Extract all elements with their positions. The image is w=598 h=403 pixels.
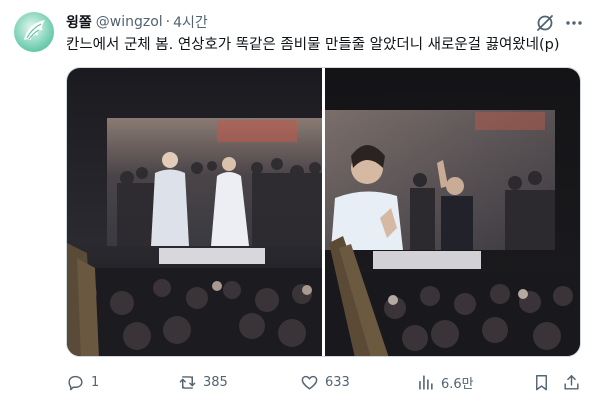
share-icon (564, 374, 579, 390)
post-header: 윙쫄 @wingzol · 4시간 (66, 12, 208, 32)
media-photo-2[interactable] (325, 68, 580, 356)
share-button[interactable] (562, 370, 581, 394)
like-count: 633 (325, 374, 350, 390)
user-handle[interactable]: @wingzol (96, 14, 163, 30)
post-time[interactable]: 4시간 (173, 12, 208, 32)
views-count: 6.6만 (441, 376, 474, 392)
like-button[interactable]: 633 (300, 370, 350, 394)
reply-icon (68, 375, 83, 390)
more-dots-icon[interactable] (563, 12, 585, 34)
views-icon (419, 374, 433, 390)
avatar[interactable] (14, 12, 54, 52)
grok-icon[interactable] (534, 12, 556, 34)
display-name[interactable]: 윙쫄 (66, 12, 92, 32)
repost-icon (179, 375, 196, 389)
reply-count: 1 (91, 374, 100, 390)
repost-button[interactable]: 385 (178, 370, 228, 394)
bookmark-icon (536, 374, 547, 390)
heart-icon (301, 375, 318, 390)
theater-screen-photo-2 (325, 68, 580, 356)
post-text: 칸느에서 군체 봄. 연상호가 똑같은 좀비물 만들줄 알았더니 새로운걸 끓여… (66, 37, 560, 53)
repost-count: 385 (203, 374, 228, 390)
action-bar: 1 385 633 6.6만 (66, 370, 581, 394)
media-photo-1[interactable] (67, 68, 322, 356)
bookmark-button[interactable] (532, 370, 551, 394)
angel-wing-icon (24, 20, 45, 40)
reply-button[interactable]: 1 (66, 370, 99, 394)
post-media[interactable] (66, 67, 581, 357)
separator-dot: · (165, 14, 171, 30)
views-button[interactable]: 6.6만 (416, 370, 474, 394)
theater-screen-photo-1 (67, 68, 322, 356)
